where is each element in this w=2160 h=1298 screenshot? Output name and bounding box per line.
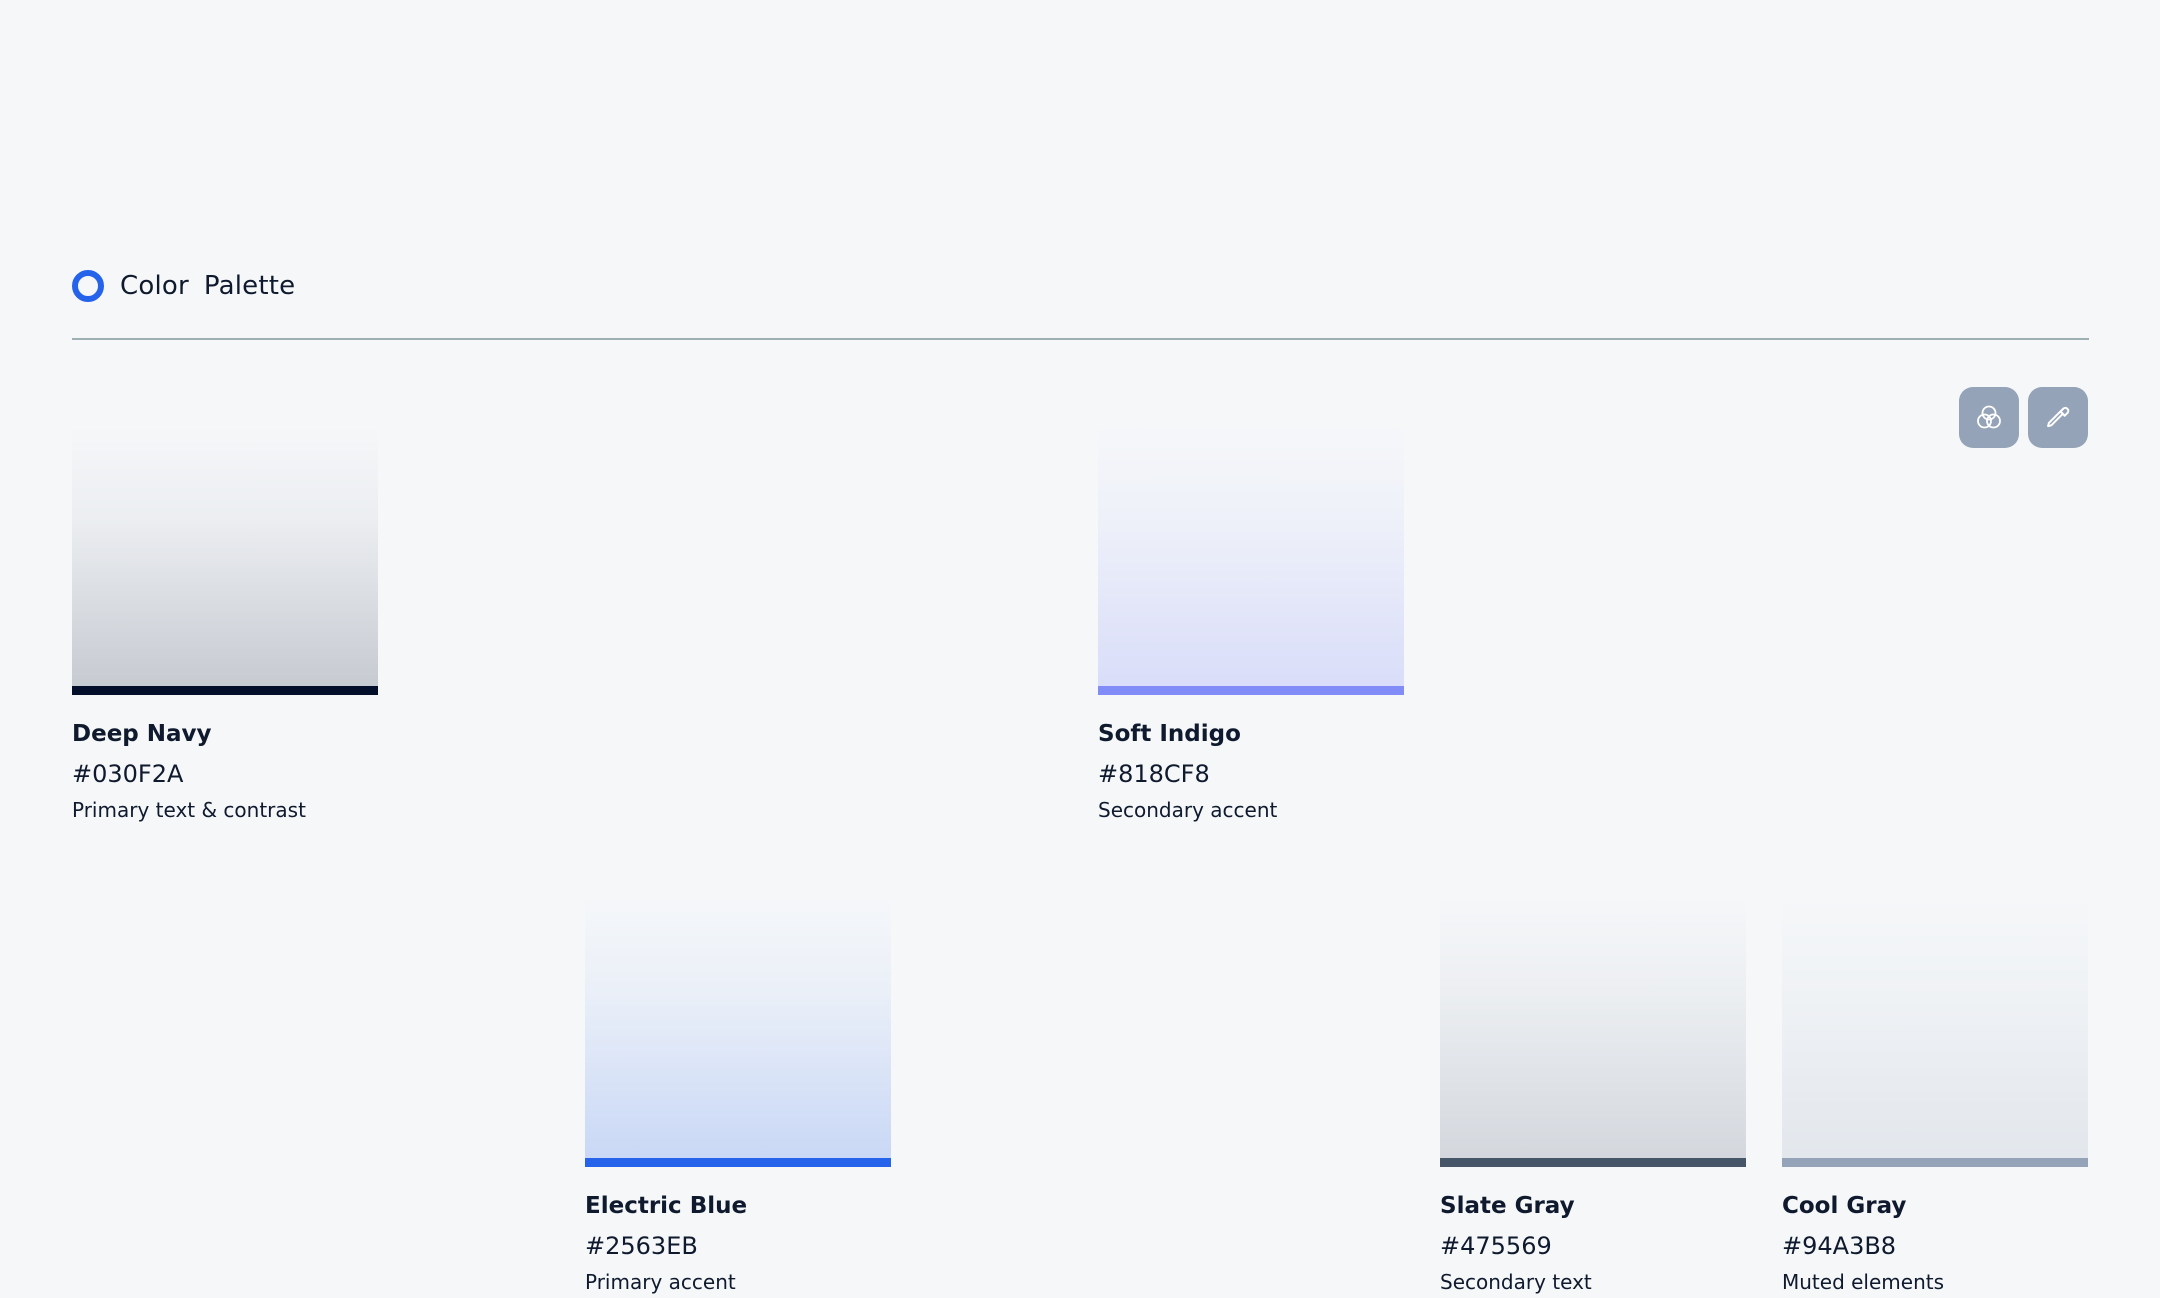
swatch-name: Slate Gray <box>1440 1193 1575 1219</box>
swatch-card-electric-blue[interactable]: Electric Blue #2563EB Primary accent <box>585 897 891 1295</box>
page-title-word-1: Color <box>120 271 189 301</box>
page-title-word-2: Palette <box>203 271 296 301</box>
swatch-color-bar <box>1782 1158 2088 1167</box>
swatch-hex: #030F2A <box>72 760 184 788</box>
swatch-preview <box>72 425 378 695</box>
swatch-name: Deep Navy <box>72 721 212 747</box>
swatch-color-bar <box>72 686 378 695</box>
swatch-hex: #2563EB <box>585 1232 698 1260</box>
swatch-description: Muted elements <box>1782 1270 1945 1294</box>
swatch-preview <box>1098 425 1404 695</box>
swatch-description: Primary accent <box>585 1270 736 1294</box>
palette-page: Color Palette Deep Navy #030F2A Primary … <box>0 0 2160 1298</box>
swatch-description: Secondary accent <box>1098 798 1278 822</box>
swatch-description: Primary text & contrast <box>72 798 306 822</box>
header-divider <box>72 338 2089 340</box>
swatch-description: Secondary text <box>1440 1270 1592 1294</box>
swatch-hex: #94A3B8 <box>1782 1232 1897 1260</box>
page-header: Color Palette <box>72 268 295 304</box>
swatch-card-soft-indigo[interactable]: Soft Indigo #818CF8 Secondary accent <box>1098 425 1404 823</box>
color-blend-icon <box>1977 405 2001 428</box>
palette-ring-icon <box>72 270 104 302</box>
swatch-name: Cool Gray <box>1782 1193 1907 1219</box>
color-blend-button[interactable] <box>1959 387 2019 448</box>
swatch-card-slate-gray[interactable]: Slate Gray #475569 Secondary text <box>1440 897 1746 1295</box>
swatch-name: Soft Indigo <box>1098 721 1241 747</box>
swatch-preview <box>1782 897 2088 1167</box>
swatch-hex: #818CF8 <box>1098 760 1210 788</box>
eyedropper-icon <box>2047 406 2070 427</box>
eyedropper-button[interactable] <box>2028 387 2088 448</box>
swatch-color-bar <box>1440 1158 1746 1167</box>
swatch-hex: #475569 <box>1440 1232 1552 1260</box>
swatch-preview <box>1440 897 1746 1167</box>
swatch-card-deep-navy[interactable]: Deep Navy #030F2A Primary text & contras… <box>72 425 378 823</box>
swatch-card-cool-gray[interactable]: Cool Gray #94A3B8 Muted elements <box>1782 897 2088 1295</box>
swatch-color-bar <box>1098 686 1404 695</box>
swatch-preview <box>585 897 891 1167</box>
swatch-color-bar <box>585 1158 891 1167</box>
swatch-name: Electric Blue <box>585 1193 748 1219</box>
